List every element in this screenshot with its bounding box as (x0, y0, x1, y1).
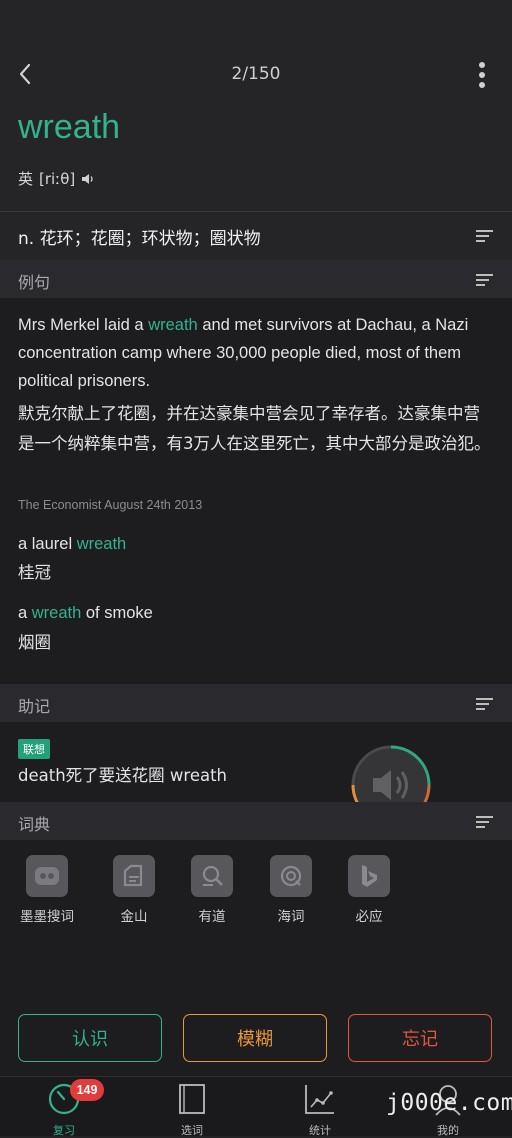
mnemonic-section-header (0, 684, 512, 722)
mnemonic-title: 助记 (18, 697, 51, 716)
review-count-badge: 149 (70, 1079, 104, 1101)
phonetic-text: [riːθ] (39, 169, 76, 188)
dict-momo[interactable]: 墨墨搜词 (7, 855, 87, 925)
dictionary-title: 词典 (18, 815, 51, 834)
example-sentence-en: Mrs Merkel laid a wreath and met survivo… (18, 316, 469, 390)
watermark-text: j000e.com (386, 1090, 512, 1116)
dictionary-section-header (0, 802, 512, 840)
dict-haici[interactable]: 海词 (251, 855, 331, 925)
tab-select-words[interactable]: 选词 (152, 1082, 232, 1138)
sort-icon[interactable] (476, 273, 494, 287)
phrase-en: a laurel wreath (18, 535, 127, 553)
dict-jinshan[interactable]: 金山 (94, 855, 174, 925)
phrase-zh: 烟圈 (18, 633, 51, 652)
word-counter: 2/150 (231, 64, 281, 84)
bing-icon (348, 855, 390, 897)
book-icon (179, 1084, 205, 1114)
line-chart-icon (305, 1085, 334, 1114)
example-source: The Economist August 24th 2013 (18, 498, 203, 512)
momo-face-icon (26, 855, 68, 897)
more-menu-button[interactable] (470, 60, 494, 90)
jinshan-icon (113, 855, 155, 897)
sort-icon[interactable] (476, 697, 494, 711)
phonetic-label: 英 (18, 170, 34, 188)
tab-stats[interactable]: 统计 (280, 1082, 360, 1138)
haici-icon (270, 855, 312, 897)
phonetic-row[interactable]: 英 [riːθ] (18, 168, 95, 189)
headword: wreath (18, 108, 121, 146)
highlighted-word: wreath (148, 316, 198, 334)
examples-section-header (0, 260, 512, 298)
speaker-icon[interactable] (81, 172, 95, 186)
dict-youdao[interactable]: 有道 (172, 855, 252, 925)
know-button[interactable]: 认识 (18, 1014, 162, 1062)
dict-bing[interactable]: 必应 (329, 855, 409, 925)
mnemonic-text: death死了要送花圈 wreath (18, 766, 228, 785)
phrase-en: a wreath of smoke (18, 604, 153, 622)
association-tag: 联想 (18, 739, 50, 759)
forget-button[interactable]: 忘记 (348, 1014, 492, 1062)
more-vertical-icon (479, 62, 485, 88)
example-sentence-zh: 默克尔献上了花圈，并在达豪集中营会见了幸存者。达豪集中营是一个纳粹集中营，有3万… (18, 404, 491, 453)
youdao-icon (191, 855, 233, 897)
phrase-zh: 桂冠 (18, 563, 51, 582)
sort-icon[interactable] (476, 229, 494, 243)
definition-text: n. 花环；花圈；环状物；圈状物 (18, 229, 261, 249)
vague-button[interactable]: 模糊 (183, 1014, 327, 1062)
examples-title: 例句 (18, 273, 51, 292)
sort-icon[interactable] (476, 815, 494, 829)
